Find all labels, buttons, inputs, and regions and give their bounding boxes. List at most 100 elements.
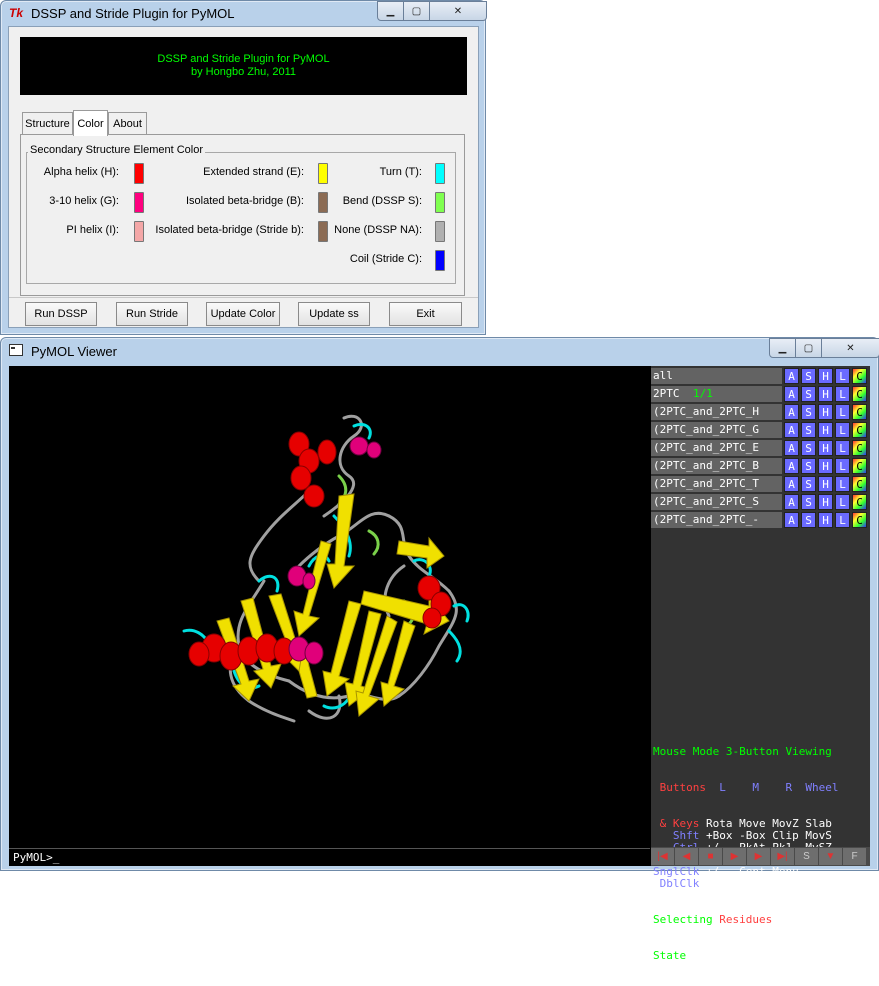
object-hide-button[interactable]: H	[818, 440, 833, 456]
object-show-button[interactable]: S	[801, 458, 816, 474]
fast-forward-button[interactable]: ▶|	[771, 848, 794, 865]
object-hide-button[interactable]: H	[818, 422, 833, 438]
object-show-button[interactable]: S	[801, 494, 816, 510]
object-color-button[interactable]: C	[852, 368, 867, 384]
object-show-button[interactable]: S	[801, 476, 816, 492]
object-action-button[interactable]: A	[784, 512, 799, 528]
object-color-button[interactable]: C	[852, 494, 867, 510]
object-row[interactable]: (2PTC_and_2PTC_H A S H L C	[651, 404, 870, 421]
object-row[interactable]: 2PTC 1/1 A S H L C	[651, 386, 870, 403]
object-hide-button[interactable]: H	[818, 404, 833, 420]
object-show-button[interactable]: S	[801, 368, 816, 384]
update-color-button[interactable]: Update Color	[206, 302, 280, 326]
object-row[interactable]: (2PTC_and_2PTC_B A S H L C	[651, 458, 870, 475]
object-label-button[interactable]: L	[835, 476, 850, 492]
object-show-button[interactable]: S	[801, 422, 816, 438]
object-hide-button[interactable]: H	[818, 368, 833, 384]
command-line-input[interactable]: PyMOL>_	[9, 848, 650, 866]
tab-structure[interactable]: Structure	[22, 112, 73, 135]
object-action-button[interactable]: A	[784, 440, 799, 456]
object-action-button[interactable]: A	[784, 494, 799, 510]
object-label-button[interactable]: L	[835, 422, 850, 438]
maximize-button[interactable]: ▢	[404, 1, 430, 21]
object-action-button[interactable]: A	[784, 458, 799, 474]
object-show-button[interactable]: S	[801, 440, 816, 456]
tab-color[interactable]: Color	[73, 110, 108, 136]
update-ss-button[interactable]: Update ss	[298, 302, 370, 326]
pymol-window-icon	[9, 344, 25, 358]
object-row[interactable]: (2PTC_and_2PTC_S A S H L C	[651, 494, 870, 511]
tab-about[interactable]: About	[108, 112, 147, 135]
object-color-button[interactable]: C	[852, 512, 867, 528]
coil-color-button[interactable]	[435, 250, 445, 271]
object-action-button[interactable]: A	[784, 368, 799, 384]
object-color-button[interactable]: C	[852, 458, 867, 474]
object-label-button[interactable]: L	[835, 440, 850, 456]
close-button[interactable]: ✕	[430, 1, 487, 21]
plugin-titlebar[interactable]: Tk DSSP and Stride Plugin for PyMOL ▁ ▢ …	[1, 1, 487, 25]
rewind-button[interactable]: |◀	[651, 848, 674, 865]
turn-color-button[interactable]	[435, 163, 445, 184]
exit-button[interactable]: Exit	[389, 302, 462, 326]
extended-strand-label: Extended strand (E):	[203, 166, 304, 178]
object-label-button[interactable]: L	[835, 404, 850, 420]
object-label-button[interactable]: L	[835, 458, 850, 474]
object-color-button[interactable]: C	[852, 404, 867, 420]
step-back-button[interactable]: ◀	[675, 848, 698, 865]
none-color-button[interactable]	[435, 221, 445, 242]
viewer-close-button[interactable]: ✕	[822, 338, 879, 358]
object-action-button[interactable]: A	[784, 386, 799, 402]
run-stride-button[interactable]: Run Stride	[116, 302, 188, 326]
object-hide-button[interactable]: H	[818, 458, 833, 474]
mouse-mode-action: Menu	[706, 877, 733, 890]
object-name[interactable]: 2PTC	[651, 386, 782, 402]
object-label-button[interactable]: L	[835, 494, 850, 510]
object-row[interactable]: (2PTC_and_2PTC_T A S H L C	[651, 476, 870, 493]
object-name[interactable]: (2PTC_and_2PTC_E	[651, 440, 782, 456]
button-row-separator	[9, 297, 478, 298]
movie-controls: |◀ ◀ ■ ▶ ▶ ▶| S ▼ F	[651, 847, 870, 866]
object-name[interactable]: (2PTC_and_2PTC_S	[651, 494, 782, 510]
object-name[interactable]: (2PTC_and_2PTC_G	[651, 422, 782, 438]
viewer-minimize-button[interactable]: ▁	[769, 338, 796, 358]
object-label-button[interactable]: L	[835, 512, 850, 528]
play-button[interactable]: ▶	[723, 848, 746, 865]
object-name[interactable]: (2PTC_and_2PTC_T	[651, 476, 782, 492]
fullscreen-button[interactable]: F	[843, 848, 866, 865]
object-hide-button[interactable]: H	[818, 386, 833, 402]
object-hide-button[interactable]: H	[818, 476, 833, 492]
object-row[interactable]: (2PTC_and_2PTC_E A S H L C	[651, 440, 870, 457]
stop-button[interactable]: ■	[699, 848, 722, 865]
object-name[interactable]: (2PTC_and_2PTC_-	[651, 512, 782, 528]
object-row[interactable]: (2PTC_and_2PTC_- A S H L C	[651, 512, 870, 529]
step-forward-button[interactable]: ▶	[747, 848, 770, 865]
sculpt-button[interactable]: S	[795, 848, 818, 865]
object-row[interactable]: (2PTC_and_2PTC_G A S H L C	[651, 422, 870, 439]
selecting-value[interactable]: Residues	[719, 913, 772, 926]
object-hide-button[interactable]: H	[818, 494, 833, 510]
viewer-titlebar[interactable]: PyMOL Viewer ▁ ▢ ✕	[1, 338, 879, 364]
object-label-button[interactable]: L	[835, 386, 850, 402]
viewer-maximize-button[interactable]: ▢	[796, 338, 822, 358]
object-action-button[interactable]: A	[784, 476, 799, 492]
molecule-viewport[interactable]	[9, 366, 650, 847]
object-row[interactable]: all A S H L C	[651, 368, 870, 385]
minimize-button[interactable]: ▁	[377, 1, 404, 21]
bend-color-button[interactable]	[435, 192, 445, 213]
object-color-button[interactable]: C	[852, 476, 867, 492]
object-color-button[interactable]: C	[852, 386, 867, 402]
object-show-button[interactable]: S	[801, 386, 816, 402]
object-label-button[interactable]: L	[835, 368, 850, 384]
object-name[interactable]: (2PTC_and_2PTC_H	[651, 404, 782, 420]
object-action-button[interactable]: A	[784, 404, 799, 420]
object-name[interactable]: all	[651, 368, 782, 384]
scene-menu-button[interactable]: ▼	[819, 848, 842, 865]
object-hide-button[interactable]: H	[818, 512, 833, 528]
object-color-button[interactable]: C	[852, 422, 867, 438]
object-show-button[interactable]: S	[801, 404, 816, 420]
run-dssp-button[interactable]: Run DSSP	[25, 302, 97, 326]
object-show-button[interactable]: S	[801, 512, 816, 528]
object-name[interactable]: (2PTC_and_2PTC_B	[651, 458, 782, 474]
object-color-button[interactable]: C	[852, 440, 867, 456]
object-action-button[interactable]: A	[784, 422, 799, 438]
